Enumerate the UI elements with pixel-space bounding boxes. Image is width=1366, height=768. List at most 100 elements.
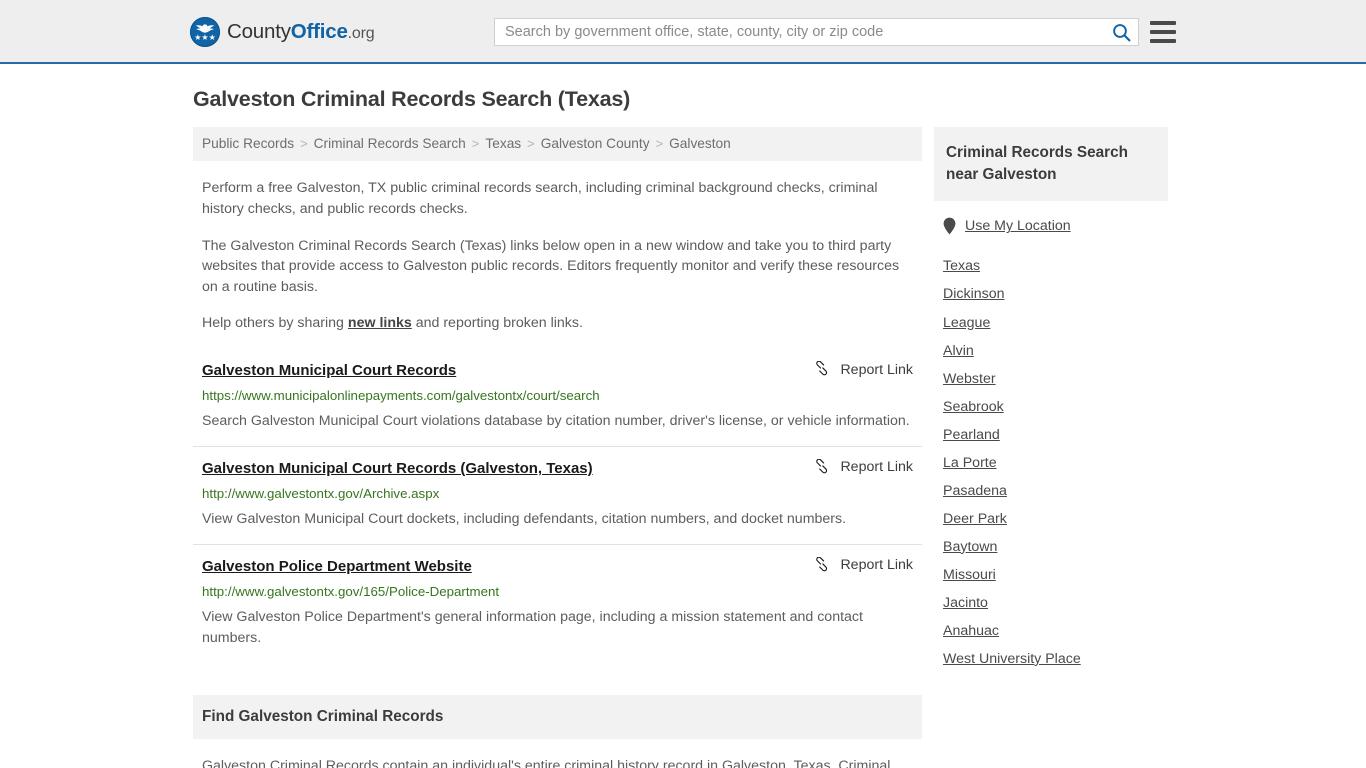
entry-header: Galveston Police Department Website Repo… <box>202 556 913 576</box>
broken-link-icon <box>816 458 828 474</box>
page-title: Galveston Criminal Records Search (Texas… <box>193 87 631 111</box>
search-icon <box>1112 23 1130 41</box>
entry-description: Search Galveston Municipal Court violati… <box>202 412 910 429</box>
sidebar-link-missouri[interactable]: Missouri <box>943 556 996 584</box>
entry-title-link[interactable]: Galveston Municipal Court Records <box>202 362 456 380</box>
broken-link-icon <box>816 556 828 572</box>
report-link-label: Report Link <box>840 361 913 378</box>
entry-url: http://www.galvestontx.gov/Archive.aspx <box>202 485 440 501</box>
sidebar-link-pearland[interactable]: Pearland <box>943 416 1000 444</box>
main-column: Public Records > Criminal Records Search… <box>193 127 922 768</box>
hamburger-menu-icon[interactable] <box>1150 19 1176 45</box>
intro-paragraph-2: The Galveston Criminal Records Search (T… <box>202 237 900 295</box>
list-item: West University Place <box>943 640 1168 668</box>
menu-bar-1 <box>1150 21 1176 25</box>
entry-title-link[interactable]: Galveston Municipal Court Records (Galve… <box>202 460 593 478</box>
sidebar-link-webster[interactable]: Webster <box>943 360 996 388</box>
site-header: ★★★ CountyOffice.org <box>0 0 1366 64</box>
use-my-location-button[interactable]: Use My Location <box>934 201 1168 235</box>
sidebar-link-alvin[interactable]: Alvin <box>943 332 974 360</box>
sidebar-link-anahuac[interactable]: Anahuac <box>943 612 999 640</box>
record-link-entry: Galveston Municipal Court Records Report… <box>193 356 922 446</box>
logo-text-org: .org <box>347 25 375 42</box>
logo-stars: ★★★ <box>194 33 216 42</box>
eagle-shield-icon: ★★★ <box>190 17 220 47</box>
search-button[interactable] <box>1104 19 1138 45</box>
record-link-entry: Galveston Municipal Court Records (Galve… <box>193 445 922 544</box>
search-bar <box>494 18 1139 46</box>
share-text-after: and reporting broken links. <box>411 315 583 332</box>
menu-bar-2 <box>1150 30 1176 34</box>
new-links-link[interactable]: new links <box>348 315 412 331</box>
intro-paragraph-1: Perform a free Galveston, TX public crim… <box>202 180 878 218</box>
sidebar-link-pasadena[interactable]: Pasadena <box>943 472 1007 500</box>
breadcrumb-item-galveston[interactable]: Galveston <box>669 136 731 152</box>
list-item: Deer Park <box>943 500 1168 528</box>
logo-text-county: County <box>227 20 291 43</box>
list-item: Alvin <box>943 332 1168 360</box>
logo-text-office: Office <box>290 20 348 43</box>
find-records-body: Galveston Criminal Records contain an in… <box>202 757 891 768</box>
list-item: Texas <box>943 247 1168 275</box>
breadcrumb-item-texas[interactable]: Texas <box>485 136 521 152</box>
entry-url: https://www.municipalonlinepayments.com/… <box>202 388 600 403</box>
list-item: Pearland <box>943 416 1168 444</box>
sidebar-link-texas[interactable]: Texas <box>943 247 980 275</box>
sidebar: Criminal Records Search near Galveston U… <box>934 127 1168 668</box>
entry-header: Galveston Municipal Court Records Report… <box>202 361 913 380</box>
report-link-button[interactable]: Report Link <box>794 458 913 476</box>
report-link-button[interactable]: Report Link <box>794 556 913 574</box>
sidebar-heading: Criminal Records Search near Galveston <box>934 127 1168 202</box>
list-item: Jacinto <box>943 584 1168 612</box>
sidebar-link-jacinto[interactable]: Jacinto <box>943 584 988 612</box>
list-item: Seabrook <box>943 388 1168 416</box>
list-item: League <box>943 304 1168 332</box>
list-item: Dickinson <box>943 275 1168 303</box>
list-item: Baytown <box>943 528 1168 556</box>
page-body: Galveston Criminal Records Search (Texas… <box>0 64 1366 768</box>
breadcrumb-separator: > <box>300 136 308 152</box>
sidebar-link-dickinson[interactable]: Dickinson <box>943 275 1005 303</box>
content-container: Galveston Criminal Records Search (Texas… <box>188 64 1178 768</box>
record-link-entry: Galveston Police Department Website Repo… <box>193 543 922 663</box>
entry-description: View Galveston Municipal Court dockets, … <box>202 510 847 527</box>
two-column-layout: Public Records > Criminal Records Search… <box>193 127 1178 768</box>
breadcrumb-separator: > <box>655 136 664 152</box>
site-logo-text: CountyOffice.org <box>227 20 375 44</box>
sidebar-link-baytown[interactable]: Baytown <box>943 528 997 556</box>
use-my-location-label: Use My Location <box>965 218 1071 235</box>
list-item: Missouri <box>943 556 1168 584</box>
entry-header: Galveston Municipal Court Records (Galve… <box>202 458 913 478</box>
list-item: Pasadena <box>943 472 1168 500</box>
report-link-label: Report Link <box>840 459 913 476</box>
sidebar-link-west-university-place[interactable]: West University Place <box>943 640 1081 668</box>
list-item: Anahuac <box>943 612 1168 640</box>
sidebar-link-seabrook[interactable]: Seabrook <box>943 388 1004 416</box>
sidebar-link-la-porte[interactable]: La Porte <box>943 444 997 472</box>
list-item: Webster <box>943 360 1168 388</box>
breadcrumb-separator: > <box>471 136 480 152</box>
record-links-list: Galveston Municipal Court Records Report… <box>193 356 922 663</box>
sidebar-link-deer-park[interactable]: Deer Park <box>943 500 1007 528</box>
breadcrumb-item-public-records[interactable]: Public Records <box>202 136 294 152</box>
search-input[interactable] <box>495 19 1104 45</box>
map-pin-icon <box>943 218 956 235</box>
breadcrumb-item-criminal-records-search[interactable]: Criminal Records Search <box>314 136 466 152</box>
intro-paragraph-3: Help others by sharing new links and rep… <box>193 313 922 334</box>
nearby-locations-list: Texas Dickinson League Alvin Webster Sea… <box>934 235 1168 667</box>
entry-url: http://www.galvestontx.gov/165/Police-De… <box>202 583 500 599</box>
find-records-heading: Find Galveston Criminal Records <box>193 694 922 739</box>
menu-bar-3 <box>1150 39 1176 43</box>
breadcrumb-separator: > <box>527 136 535 152</box>
broken-link-icon <box>816 361 828 376</box>
sidebar-link-league[interactable]: League <box>943 304 990 332</box>
share-text-before: Help others by sharing <box>202 315 348 332</box>
report-link-label: Report Link <box>840 557 913 574</box>
list-item: La Porte <box>943 444 1168 472</box>
report-link-button[interactable]: Report Link <box>794 361 913 378</box>
breadcrumb-item-galveston-county[interactable]: Galveston County <box>541 136 650 152</box>
site-logo[interactable]: ★★★ CountyOffice.org <box>190 17 375 47</box>
breadcrumb: Public Records > Criminal Records Search… <box>193 127 922 162</box>
entry-title-link[interactable]: Galveston Police Department Website <box>202 558 472 576</box>
entry-description: View Galveston Police Department's gener… <box>202 608 863 646</box>
